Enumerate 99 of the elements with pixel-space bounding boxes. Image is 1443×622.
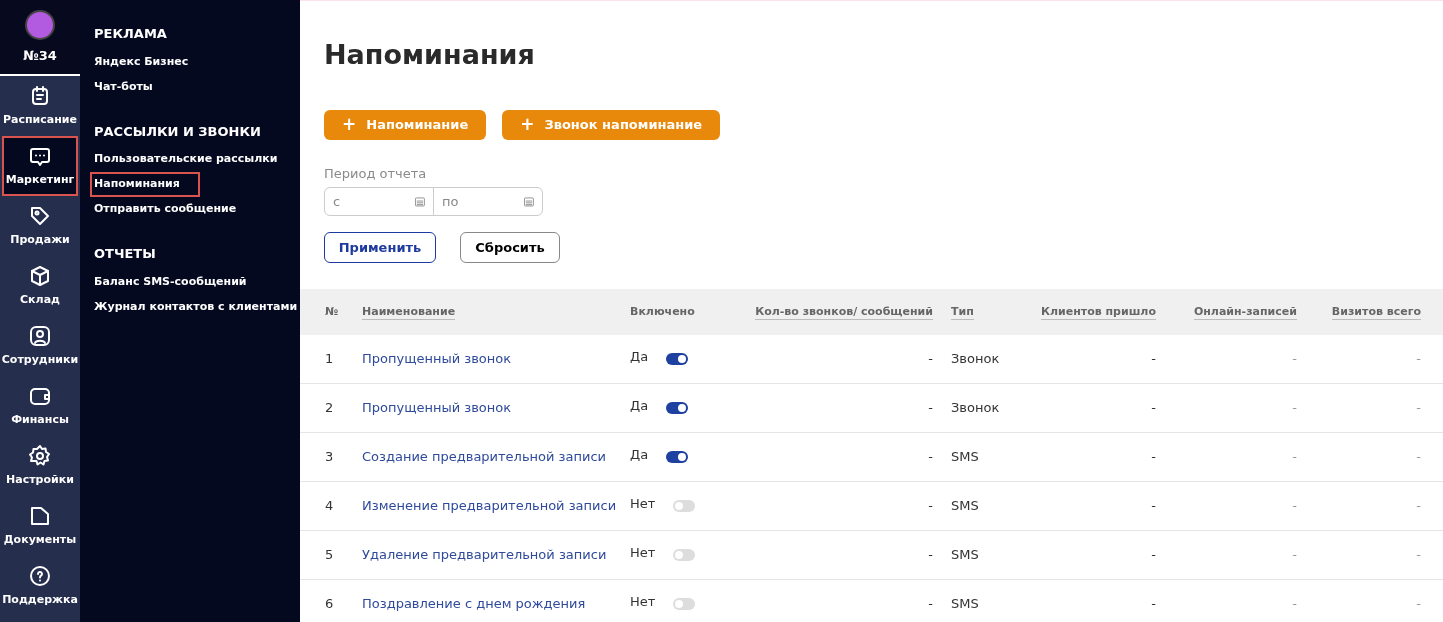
table-cell: - [1416, 351, 1421, 367]
table-cell: - [1292, 547, 1297, 563]
rail-item[interactable]: Документы [0, 496, 80, 556]
toggle-switch[interactable] [666, 353, 689, 365]
toggle-switch[interactable] [673, 500, 696, 512]
table-cell: - [928, 351, 933, 367]
table-cell: - [1416, 400, 1421, 416]
box-icon [28, 263, 52, 288]
column-header: № [325, 304, 339, 318]
plus-icon: + [520, 111, 535, 138]
rail-item[interactable]: Склад [0, 256, 80, 316]
plus-icon: + [342, 111, 357, 138]
table-cell: SMS [951, 596, 979, 612]
table-cell: - [1151, 596, 1156, 612]
button-label: Напоминание [366, 115, 469, 134]
table-cell: - [928, 596, 933, 612]
table-cell: - [1416, 596, 1421, 612]
toggle-switch[interactable] [673, 549, 696, 561]
table-cell: SMS [951, 498, 979, 514]
table-cell: - [1151, 351, 1156, 367]
menu-item[interactable]: Отправить сообщение [94, 197, 237, 222]
table-cell: - [1416, 449, 1421, 465]
row-number: 1 [325, 351, 334, 367]
table-cell: SMS [951, 547, 979, 563]
table-cell: - [1292, 498, 1297, 514]
rail-item[interactable]: Поддержка [0, 556, 80, 616]
page-title: Напоминания [324, 38, 536, 72]
table-cell: - [1151, 498, 1156, 514]
reset-button[interactable]: Сбросить [460, 232, 560, 263]
table-cell: Звонок [951, 351, 1000, 367]
menu-item[interactable]: Пользовательские рассылки [94, 147, 278, 172]
rail-item[interactable]: Продажи [0, 196, 80, 256]
toggle-switch[interactable] [666, 402, 689, 414]
enabled-status: Да [630, 348, 649, 367]
column-header: Включено [630, 304, 695, 318]
calendar-icon [524, 196, 534, 207]
menu-heading: РЕКЛАМА [94, 25, 167, 43]
table-cell: - [1292, 400, 1297, 416]
gear-icon [28, 443, 52, 468]
toggle-switch[interactable] [666, 451, 689, 463]
table-cell: - [1151, 449, 1156, 465]
menu-heading: РАССЫЛКИ И ЗВОНКИ [94, 122, 261, 141]
calendar-icon [415, 196, 425, 207]
enabled-status: Да [630, 446, 649, 465]
table-cell: - [928, 498, 933, 514]
enabled-status: Нет [630, 495, 656, 514]
menu-item[interactable]: Напоминания [90, 172, 200, 197]
enabled-status: Да [630, 397, 649, 416]
table-cell: - [928, 449, 933, 465]
table-cell: - [928, 547, 933, 563]
table-cell: SMS [951, 449, 979, 465]
toggle-switch[interactable] [673, 598, 696, 610]
row-number: 4 [325, 498, 334, 514]
person-icon [28, 323, 52, 348]
column-header[interactable]: Тип [951, 304, 974, 320]
table-cell: - [1292, 596, 1297, 612]
table-cell: - [1416, 547, 1421, 563]
avatar [25, 10, 55, 40]
rail-item[interactable]: Расписание [0, 76, 80, 136]
table-cell: - [1151, 400, 1156, 416]
table-cell: - [928, 400, 933, 416]
row-number: 6 [325, 596, 334, 612]
rail-item[interactable]: Настройки [0, 436, 80, 496]
table-cell: - [1416, 498, 1421, 514]
reminder-link[interactable]: Изменение предварительной записи [362, 498, 617, 514]
row-number: 5 [325, 547, 334, 563]
reminder-link[interactable]: Пропущенный звонок [362, 400, 512, 416]
table-cell: - [1292, 449, 1297, 465]
apply-button[interactable]: Применить [324, 232, 436, 263]
row-number: 2 [325, 400, 334, 416]
reminder-link[interactable]: Пропущенный звонок [362, 351, 512, 367]
help-icon [28, 563, 52, 588]
button-label: Звонок напоминание [544, 115, 703, 134]
column-header[interactable]: Визитов всего [1331, 304, 1421, 320]
rail-item[interactable]: Финансы [0, 376, 80, 436]
date-to-field[interactable]: по [442, 191, 525, 212]
period-label: Период отчета [324, 164, 428, 183]
column-header[interactable]: Наименование [362, 304, 456, 320]
menu-heading: ОТЧЕТЫ [94, 245, 156, 263]
enabled-status: Нет [630, 544, 656, 563]
menu-item[interactable]: Яндекс Бизнес [94, 49, 189, 75]
menu-item[interactable]: Чат-боты [94, 74, 153, 100]
reminder-link[interactable]: Удаление предварительной записи [362, 547, 607, 563]
table-cell: - [1292, 351, 1297, 367]
menu-item[interactable]: Журнал контактов с клиентами [94, 294, 298, 320]
table-cell: Звонок [951, 400, 1000, 416]
row-number: 3 [325, 449, 334, 465]
date-from-field[interactable]: с [333, 191, 416, 212]
reminder-link[interactable]: Поздравление с днем рождения [362, 596, 586, 612]
column-header[interactable]: Клиентов пришло [1040, 304, 1156, 320]
column-header[interactable]: Кол-во звонков/ сообщений [755, 304, 933, 320]
account-number: №34 [23, 47, 57, 65]
menu-item[interactable]: Баланс SMS-сообщений [94, 269, 247, 295]
enabled-status: Нет [630, 593, 656, 612]
column-header[interactable]: Онлайн-записей [1193, 304, 1297, 320]
reminder-link[interactable]: Создание предварительной записи [362, 449, 607, 465]
table-cell: - [1151, 547, 1156, 563]
rail-item[interactable]: Сотрудники [0, 316, 80, 376]
rail-item[interactable]: Маркетинг [2, 136, 78, 196]
